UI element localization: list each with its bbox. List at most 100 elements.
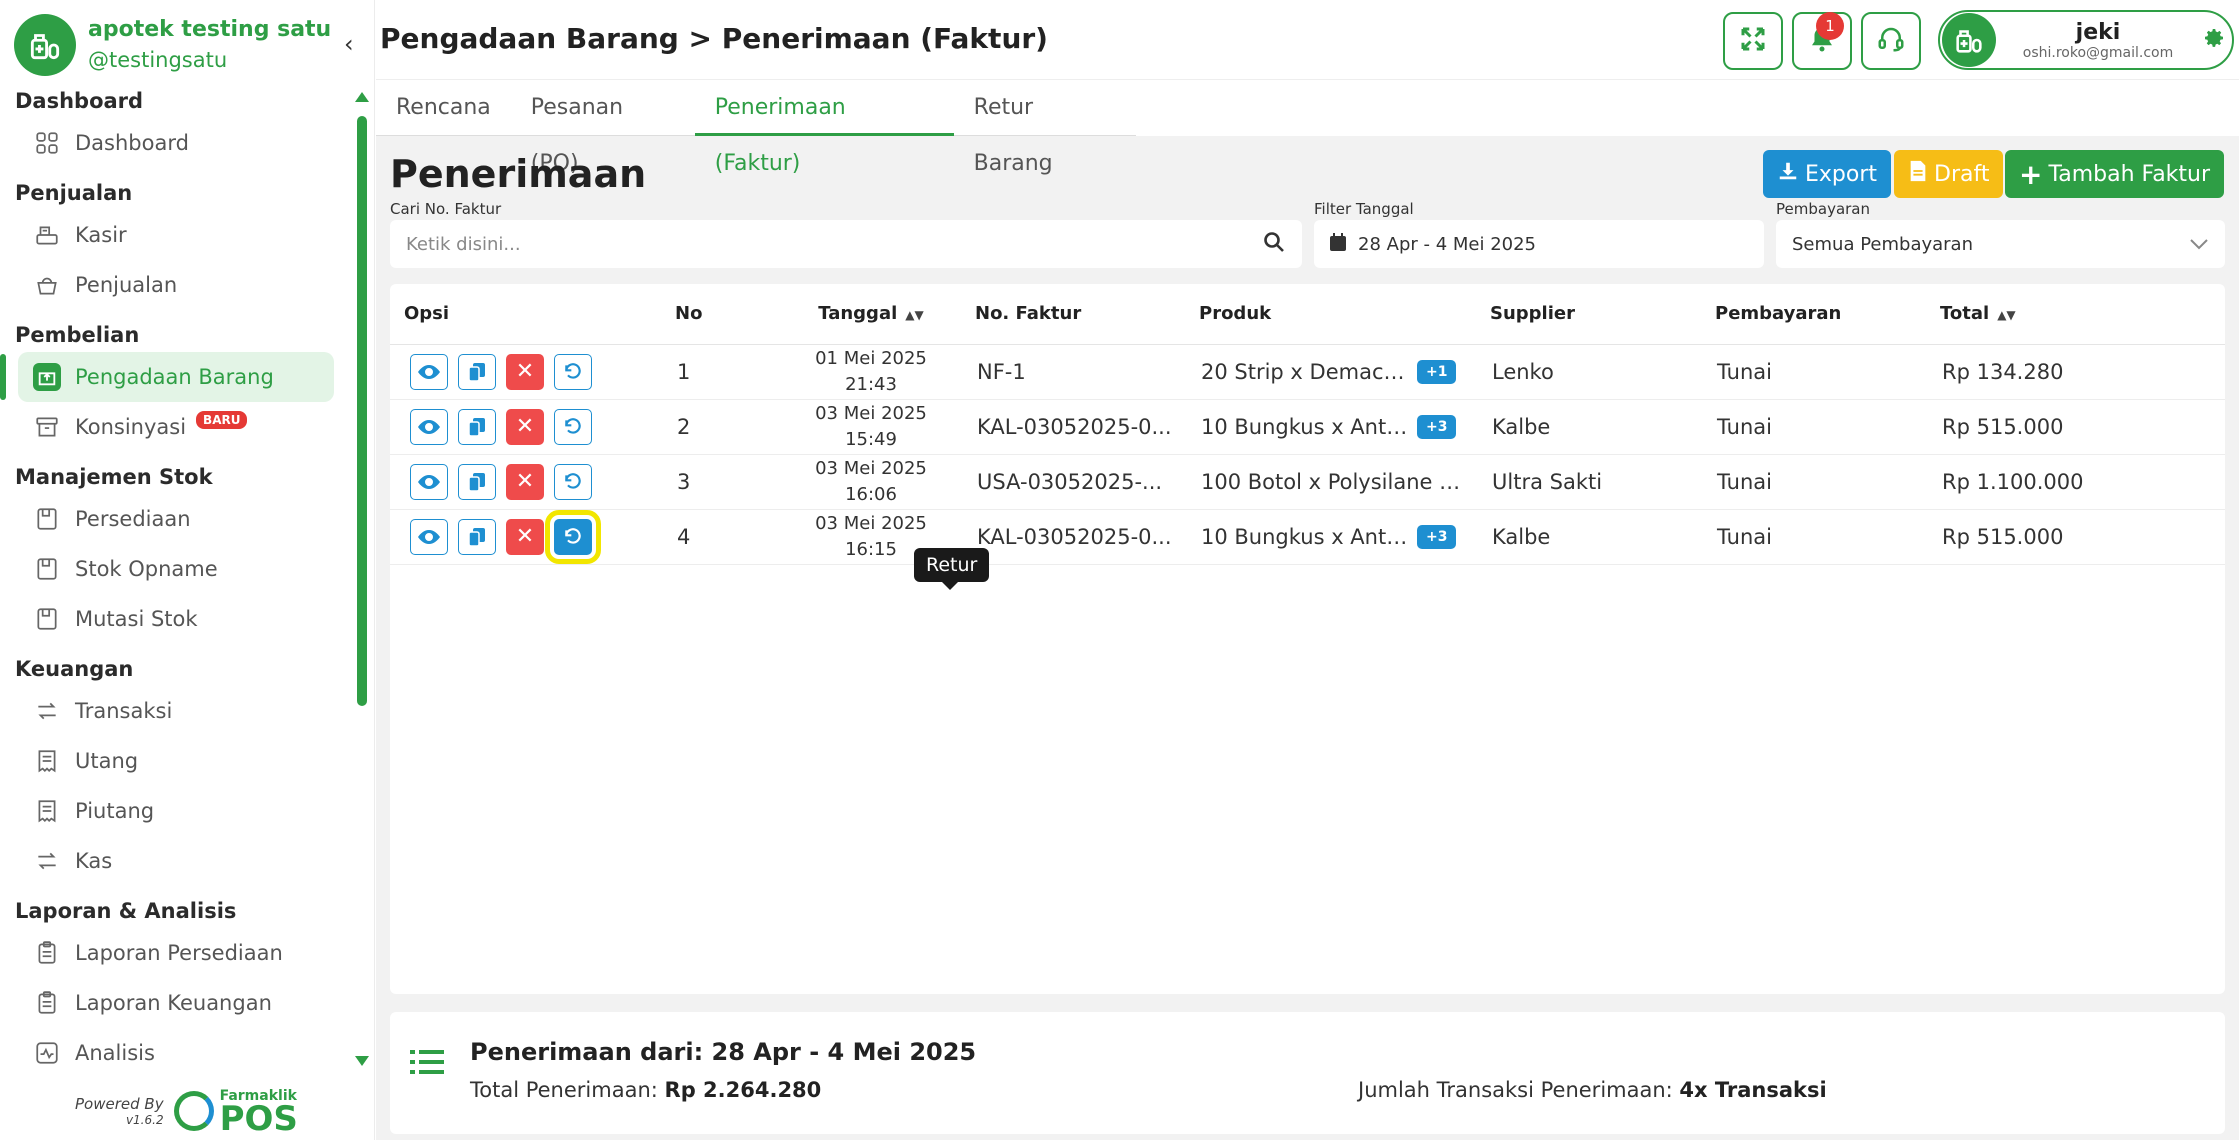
sidebar-item-kasir[interactable]: Kasir <box>0 210 334 260</box>
more-products-badge[interactable]: +3 <box>1417 415 1457 439</box>
summary-total-value: Rp 2.264.280 <box>664 1078 822 1102</box>
summary-title: Penerimaan dari: 28 Apr - 4 Mei 2025 <box>470 1038 977 1066</box>
sidebar-item-label: Stok Opname <box>75 557 218 581</box>
summary-card: Penerimaan dari: 28 Apr - 4 Mei 2025 Tot… <box>390 1012 2225 1134</box>
tab-rencana[interactable]: Rencana <box>376 80 511 136</box>
tab-pesanan-po[interactable]: Pesanan (PO) <box>511 80 695 176</box>
cell-pembayaran: Tunai <box>1701 509 1926 565</box>
sidebar-item-konsinyasi[interactable]: Konsinyasi BARU <box>0 402 334 452</box>
gear-icon[interactable] <box>2202 26 2226 54</box>
cell-produk: 20 Strip x Demacol... +1 <box>1185 344 1476 400</box>
scroll-up-arrow-icon[interactable] <box>355 92 369 102</box>
draft-label: Draft <box>1934 161 1990 187</box>
sidebar-item-laporan-persediaan[interactable]: Laporan Persediaan <box>0 928 334 978</box>
farmaklik-mark-icon <box>173 1091 214 1131</box>
sidebar-item-stok-opname[interactable]: Stok Opname <box>0 544 334 594</box>
delete-button[interactable]: ✕ <box>506 463 544 500</box>
logo-big-text: POS <box>219 1099 298 1139</box>
view-button[interactable] <box>410 408 448 445</box>
sort-icon[interactable]: ▲▼ <box>1997 308 2015 322</box>
notification-button[interactable]: 1 <box>1792 12 1852 70</box>
search-icon[interactable] <box>1262 230 1286 259</box>
tab-retur-barang[interactable]: Retur Barang <box>954 80 1136 176</box>
retur-button[interactable] <box>554 408 592 445</box>
cell-produk: 10 Bungkus x Anta... +3 <box>1185 509 1476 565</box>
cell-produk: 100 Botol x Polysilane 18... <box>1185 454 1476 510</box>
sidebar-item-persediaan[interactable]: Persediaan <box>0 494 334 544</box>
table-row: ✕ 3 03 Mei 2025 16:06 USA-03052025-... 10… <box>390 454 2225 510</box>
retur-tooltip: Retur <box>914 548 990 590</box>
scroll-down-arrow-icon[interactable] <box>355 1056 369 1066</box>
tab-penerimaan-faktur[interactable]: Penerimaan (Faktur) <box>694 80 954 176</box>
sidebar-scrollbar[interactable] <box>355 92 369 1072</box>
sidebar-item-label: Kas <box>75 849 113 873</box>
payment-filter-label: Pembayaran <box>1776 200 1870 218</box>
sort-icon[interactable]: ▲▼ <box>905 308 923 322</box>
payment-filter-select[interactable]: Semua Pembayaran <box>1776 220 2225 268</box>
export-button[interactable]: Export <box>1763 150 1892 198</box>
collapse-sidebar-chevron-left-icon[interactable]: ‹ <box>344 30 354 58</box>
sidebar-item-analisis[interactable]: Analisis <box>0 1028 334 1074</box>
summary-total: Total Penerimaan: Rp 2.264.280 <box>470 1078 821 1102</box>
date-filter-input[interactable]: 28 Apr - 4 Mei 2025 <box>1314 220 1764 268</box>
cell-date: 03 Mei 2025 <box>815 512 927 534</box>
sidebar-item-kas[interactable]: Kas <box>0 836 334 886</box>
more-products-badge[interactable]: +3 <box>1417 525 1457 549</box>
col-total[interactable]: Total ▲▼ <box>1926 284 2225 345</box>
summary-total-label: Total Penerimaan: <box>470 1078 658 1102</box>
sidebar-item-label: Transaksi <box>75 699 173 723</box>
sidebar-item-laporan-keuangan[interactable]: Laporan Keuangan <box>0 978 334 1028</box>
nav-section-manajemen-stok: Manajemen Stok <box>15 465 213 489</box>
sidebar-item-utang[interactable]: Utang <box>0 736 334 786</box>
user-email: oshi.roko@gmail.com <box>2022 44 2174 61</box>
view-button[interactable] <box>410 518 448 555</box>
draft-button[interactable]: Draft <box>1894 150 2004 198</box>
archive-icon <box>33 413 61 441</box>
search-input[interactable]: Ketik disini... <box>390 220 1302 268</box>
retur-button[interactable] <box>554 463 592 500</box>
sidebar-item-mutasi-stok[interactable]: Mutasi Stok <box>0 594 334 644</box>
powered-by: Powered By v1.6.2 Farmaklik POS <box>75 1088 298 1139</box>
produk-text: 10 Bungkus x Anta... <box>1201 525 1411 549</box>
retur-button[interactable] <box>554 353 592 390</box>
delete-button[interactable]: ✕ <box>506 353 544 390</box>
copy-button[interactable] <box>458 518 496 555</box>
copy-button[interactable] <box>458 463 496 500</box>
sidebar-item-pengadaan-barang[interactable]: Pengadaan Barang <box>0 352 334 402</box>
col-tanggal[interactable]: Tanggal ▲▼ <box>781 284 961 345</box>
fullscreen-button[interactable] <box>1723 12 1783 70</box>
delete-button[interactable]: ✕ <box>506 518 544 555</box>
delete-button[interactable]: ✕ <box>506 408 544 445</box>
sidebar-nav: Dashboard Dashboard Penjualan Kasir Penj… <box>0 84 345 1074</box>
more-products-badge[interactable]: +1 <box>1417 360 1457 384</box>
col-no: No <box>661 284 781 345</box>
add-faktur-button[interactable]: + Tambah Faktur <box>2005 150 2225 198</box>
sidebar-item-penjualan[interactable]: Penjualan <box>0 260 334 310</box>
top-header: Pengadaan Barang > Penerimaan (Faktur) 1… <box>376 0 2239 80</box>
add-faktur-label: Tambah Faktur <box>2048 161 2211 187</box>
produk-text: 10 Bungkus x Anta... <box>1201 415 1411 439</box>
retur-button-highlighted[interactable] <box>545 509 601 563</box>
headset-icon <box>1876 24 1906 58</box>
view-button[interactable] <box>410 353 448 390</box>
copy-button[interactable] <box>458 408 496 445</box>
user-menu[interactable]: jeki oshi.roko@gmail.com <box>1938 10 2234 70</box>
copy-button[interactable] <box>458 353 496 390</box>
cell-faktur: USA-03052025-... <box>961 454 1185 510</box>
basket-icon <box>33 271 61 299</box>
page-title: Pengadaan Barang > Penerimaan (Faktur) <box>380 22 1048 55</box>
sidebar-item-label: Mutasi Stok <box>75 607 198 631</box>
sidebar-item-piutang[interactable]: Piutang <box>0 786 334 836</box>
close-icon: ✕ <box>515 359 535 384</box>
support-button[interactable] <box>1861 12 1921 70</box>
cell-supplier: Kalbe <box>1476 509 1701 565</box>
transfer-icon <box>33 697 61 725</box>
sidebar-item-dashboard[interactable]: Dashboard <box>0 118 334 168</box>
undo-icon <box>565 362 581 379</box>
scroll-thumb[interactable] <box>357 116 367 706</box>
view-button[interactable] <box>410 463 448 500</box>
cell-tanggal: 03 Mei 2025 16:06 <box>781 454 961 510</box>
sidebar-item-transaksi[interactable]: Transaksi <box>0 686 334 736</box>
cell-pembayaran: Tunai <box>1701 399 1926 455</box>
col-total-label: Total <box>1940 303 1990 325</box>
